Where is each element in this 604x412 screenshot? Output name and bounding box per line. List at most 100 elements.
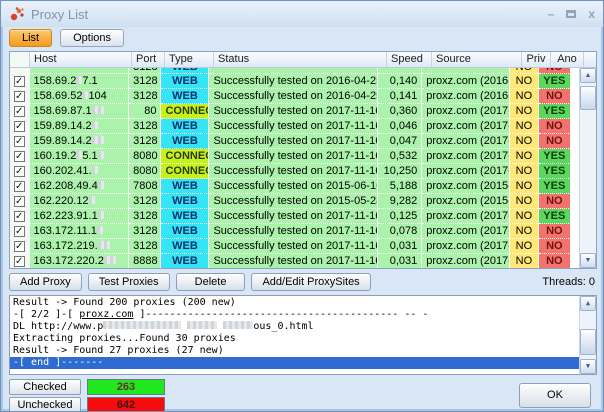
header-host[interactable]: Host [30,52,132,67]
priv-cell: NO [510,119,538,134]
status-cell: Successfully tested on 2017-11-16 07:... [209,239,378,254]
speed-cell: 0,047 [378,134,422,149]
check-cell[interactable]: ✓ [10,104,30,119]
proxy-row[interactable]: ✓158.69.87.180CONNECTSuccessfully tested… [10,104,579,119]
source-cell: proxz.com (2015-06... [422,179,510,194]
row-checkbox[interactable]: ✓ [14,106,25,117]
scroll-up-icon[interactable]: ▲ [580,68,596,83]
ano-cell: YES [539,74,571,89]
type-cell: WEB [161,134,209,149]
row-checkbox[interactable]: ✓ [14,226,25,237]
check-cell[interactable]: ✓ [10,194,30,209]
row-checkbox[interactable]: ✓ [14,136,25,147]
proxy-row[interactable]: ✓158.69.27.13128WEBSuccessfully tested o… [10,74,579,89]
add-edit-proxysites-button[interactable]: Add/Edit ProxySites [251,273,370,291]
log-line[interactable]: DL http://www.p ous_0.html [10,321,579,333]
port-cell: 8080 [129,149,161,164]
log-scroll-up-icon[interactable]: ▲ [580,296,596,311]
row-checkbox[interactable]: ✓ [14,121,25,132]
scroll-down-icon[interactable]: ▼ [580,253,596,268]
check-cell[interactable]: ✓ [10,149,30,164]
header-port[interactable]: Port [132,52,165,67]
tab-options[interactable]: Options [60,29,124,47]
type-cell: WEB [161,119,209,134]
log-scroll-track[interactable] [580,311,596,329]
window-title: Proxy List [31,7,548,22]
ok-button[interactable]: OK [519,383,591,408]
proxy-row[interactable]: ✓163.172.11.13128WEBSuccessfully tested … [10,224,579,239]
log-scroll-thumb[interactable] [580,329,596,355]
minimize-button[interactable]: – [548,8,555,20]
header-source[interactable]: Source [432,52,522,67]
header-speed[interactable]: Speed [387,52,432,67]
log-line[interactable]: Result -> Found 200 proxies (200 new) [10,297,579,309]
row-checkbox[interactable]: ✓ [14,181,25,192]
check-cell[interactable]: ✓ [10,239,30,254]
port-cell: 3128 [129,134,161,149]
unchecked-count: 642 [87,397,165,412]
check-cell[interactable]: ✓ [10,254,30,268]
tab-bar: List Options [1,27,603,51]
check-cell[interactable]: ✓ [10,224,30,239]
port-cell: 8888 [129,254,161,268]
speed-cell: 0,031 [378,239,422,254]
check-cell[interactable]: ✓ [10,119,30,134]
priv-cell: NO [510,194,538,209]
row-checkbox[interactable]: ✓ [14,241,25,252]
censored-text [89,196,95,204]
log-line[interactable]: Result -> Found 27 proxies (27 new) [10,345,579,357]
proxy-row[interactable]: ✓162.220.123128WEBSuccessfully tested on… [10,194,579,209]
log-scroll-down-icon[interactable]: ▼ [580,359,596,374]
proxy-row[interactable]: ✓162.223.91.13128WEBSuccessfully tested … [10,209,579,224]
row-checkbox[interactable]: ✓ [14,91,25,102]
test-proxies-button[interactable]: Test Proxies [88,273,170,291]
proxy-row[interactable]: ✓159.89.14.23128WEBSuccessfully tested o… [10,119,579,134]
proxy-row[interactable]: ✓158.69.521043128WEBSuccessfully tested … [10,89,579,104]
table-scroll-track[interactable] [580,110,596,253]
filler-cell [571,104,579,119]
delete-button[interactable]: Delete [176,273,246,291]
proxy-row[interactable]: ✓159.89.14.23128WEBSuccessfully tested o… [10,134,579,149]
header-priv[interactable]: Priv [522,52,551,67]
check-cell[interactable]: ✓ [10,209,30,224]
check-cell[interactable]: ✓ [10,164,30,179]
row-checkbox[interactable]: ✓ [14,196,25,207]
header-status[interactable]: Status [214,52,387,67]
row-checkbox[interactable]: ✓ [14,76,25,87]
maximize-button[interactable] [566,8,576,20]
proxy-row[interactable]: ✓162.208.49.47808WEBSuccessfully tested … [10,179,579,194]
proxy-row[interactable]: ✓163.172.220.28888WEBSuccessfully tested… [10,254,579,268]
row-checkbox[interactable]: ✓ [14,151,25,162]
proxy-row[interactable]: ✓160.202.41.8080CONNECTSuccessfully test… [10,164,579,179]
host-cell: 158.69.27.1 [30,74,130,89]
check-cell[interactable]: ✓ [10,134,30,149]
censored-text [98,151,104,159]
check-cell[interactable]: ✓ [10,179,30,194]
log-line[interactable]: -[ 2/2 ]-[ proxz.com ]------------------… [10,309,579,321]
proxy-table: Host Port Type Status Speed Source Priv … [9,51,597,269]
log-vscrollbar[interactable]: ▲ ▼ [579,296,596,374]
type-cell: CONNECT [161,149,209,164]
log-line[interactable]: Extracting proxies...Found 30 proxies [10,333,579,345]
ano-cell: YES [539,164,571,179]
proxy-row[interactable]: ✓163.172.219.3128WEBSuccessfully tested … [10,239,579,254]
table-vscrollbar[interactable]: ▲ ▼ [579,68,596,268]
row-checkbox[interactable]: ✓ [14,166,25,177]
tab-list[interactable]: List [9,29,52,47]
proxy-row[interactable]: ✓160.19.25.18080CONNECTSuccessfully test… [10,149,579,164]
table-scroll-thumb[interactable] [580,86,596,110]
close-button[interactable]: x [588,8,595,20]
unchecked-button[interactable]: Unchecked [9,397,81,412]
priv-cell: NO [510,134,538,149]
priv-cell: NO [510,254,538,268]
log-line-selected[interactable]: -[ end ]------- [10,357,579,369]
row-checkbox[interactable]: ✓ [14,256,25,267]
header-type[interactable]: Type [165,52,214,67]
add-proxy-button[interactable]: Add Proxy [9,273,82,291]
check-cell[interactable]: ✓ [10,89,30,104]
header-ano[interactable]: Ano [551,52,584,67]
row-checkbox[interactable]: ✓ [14,211,25,222]
header-check[interactable] [10,52,30,67]
check-cell[interactable]: ✓ [10,74,30,89]
checked-button[interactable]: Checked [9,379,81,395]
